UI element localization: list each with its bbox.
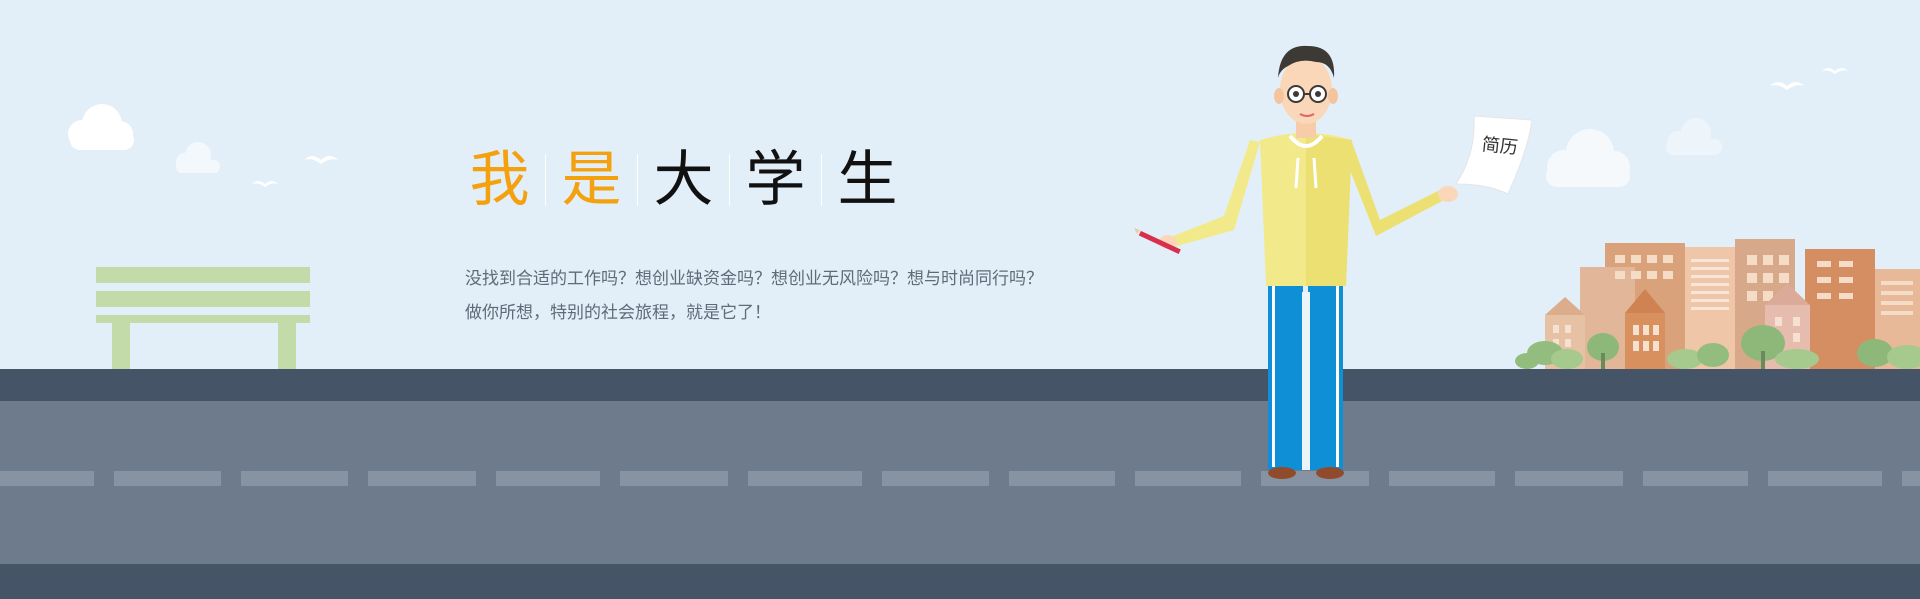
- cloud-icon: [1546, 129, 1630, 187]
- cloud-icon: [176, 142, 220, 173]
- lane-mark: [620, 471, 728, 486]
- bird-icon: [252, 181, 278, 187]
- hero-description-line: 没找到合适的工作吗？想创业缺资金吗？想创业无风险吗？想与时尚同行吗？: [465, 269, 1043, 289]
- lane-mark: [1009, 471, 1115, 486]
- title-character: 大: [653, 145, 714, 215]
- lane-mark: [496, 471, 600, 486]
- ground-bottom: [0, 564, 1920, 599]
- title-separator: [545, 154, 546, 206]
- city-skyline-icon: [1515, 239, 1920, 369]
- lane-mark: [882, 471, 989, 486]
- lane-mark: [1643, 471, 1748, 486]
- title-separator: [821, 154, 822, 206]
- lane-mark: [748, 471, 862, 486]
- lane-mark: [1768, 471, 1882, 486]
- bird-icon: [1822, 68, 1848, 74]
- lane-mark: [0, 471, 94, 486]
- lane-mark: [1902, 471, 1920, 486]
- lane-mark: [368, 471, 476, 486]
- banner-stage: 简历 我是大学生 没找到合适的工作吗？想创业缺资金吗？想创业无风险吗？想与时尚同…: [0, 0, 1920, 599]
- title-character: 生: [837, 145, 898, 215]
- cloud-icon: [1666, 118, 1722, 155]
- title-separator: [729, 154, 730, 206]
- student-figure: [1134, 45, 1458, 479]
- hero-title: 我是大学生: [462, 140, 905, 220]
- title-character: 我: [469, 145, 530, 215]
- hero-description-line: 做你所想，特别的社会旅程，就是它了！: [465, 303, 771, 323]
- bird-icon: [304, 156, 338, 164]
- resume-paper-label: 简历: [1480, 134, 1519, 159]
- title-character: 是: [561, 145, 622, 215]
- title-character: 学: [745, 145, 806, 215]
- lane-mark: [114, 471, 221, 486]
- bird-icon: [1770, 82, 1804, 90]
- hero-description: 没找到合适的工作吗？想创业缺资金吗？想创业无风险吗？想与时尚同行吗？ 做你所想，…: [465, 262, 1043, 330]
- ground-top: [0, 369, 1920, 401]
- title-separator: [637, 154, 638, 206]
- bench-icon: [96, 267, 310, 371]
- cloud-icon: [68, 104, 134, 150]
- lane-mark: [241, 471, 348, 486]
